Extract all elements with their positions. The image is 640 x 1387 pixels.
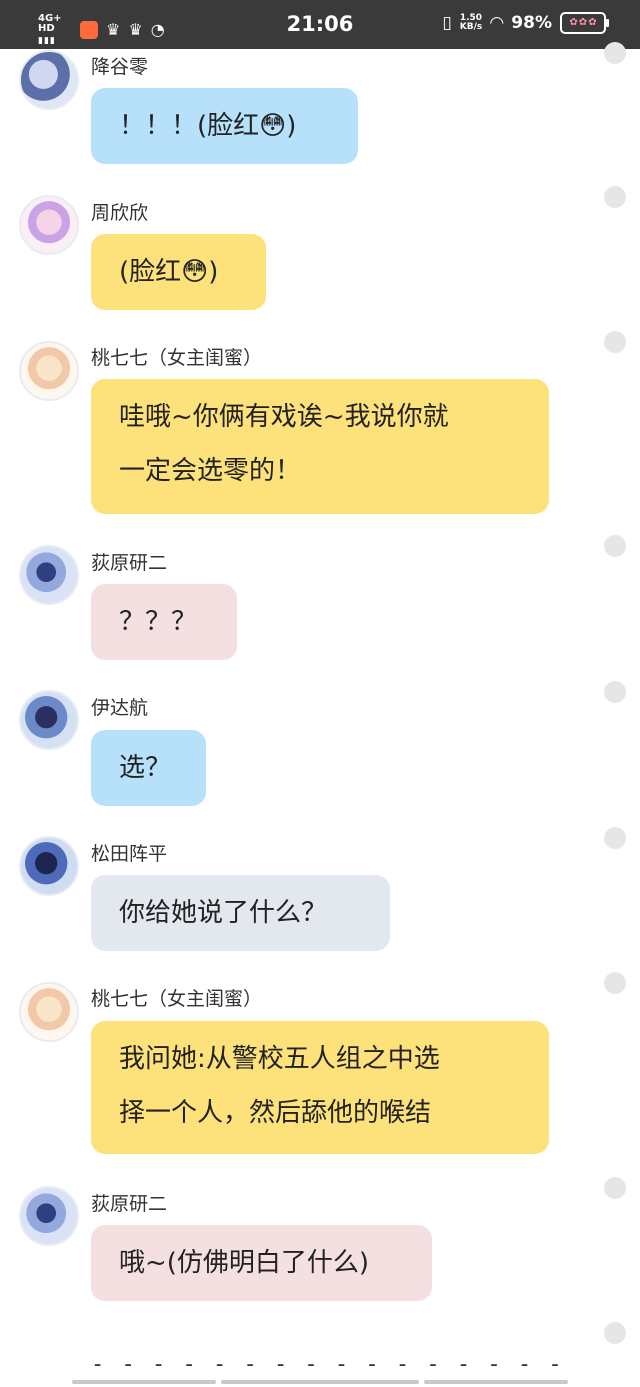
vibrate-icon: ▯ xyxy=(442,13,452,33)
sender-name: 荻原研二 xyxy=(91,1193,168,1215)
select-radio[interactable] xyxy=(604,1177,626,1199)
select-radio[interactable] xyxy=(604,186,626,208)
battery-icon: ✿ ✿ ✿ xyxy=(560,12,609,34)
message-bubble[interactable]: 哇哦~你俩有戏诶~我说你就 一定会选零的！ xyxy=(91,379,549,514)
sender-name: 桃七七（女主闺蜜） xyxy=(91,988,263,1010)
avatar[interactable] xyxy=(19,1186,79,1246)
scroll-indicator xyxy=(72,1380,216,1384)
select-radio[interactable] xyxy=(604,1322,626,1344)
divider-line: - - - - - - - - - - - - - - - - - - - - … xyxy=(91,1352,567,1377)
select-radio[interactable] xyxy=(604,535,626,557)
sender-name: 桃七七（女主闺蜜） xyxy=(91,347,263,369)
sender-name: 松田阵平 xyxy=(91,843,168,865)
avatar[interactable] xyxy=(19,982,79,1042)
message-line: 我问她:从警校五人组之中选 xyxy=(119,1044,440,1074)
avatar[interactable] xyxy=(19,690,79,750)
flower-icon: ✿ xyxy=(569,17,578,28)
select-radio[interactable] xyxy=(604,42,626,64)
net-speed: 1.50 KB/s xyxy=(460,14,482,32)
avatar[interactable] xyxy=(19,50,79,110)
select-radio[interactable] xyxy=(604,827,626,849)
avatar[interactable] xyxy=(19,545,79,605)
signal-icon: ▮▮▮ xyxy=(38,36,56,46)
sender-name: 荻原研二 xyxy=(91,552,168,574)
avatar[interactable] xyxy=(19,341,79,401)
sender-name: 伊达航 xyxy=(91,697,149,719)
net-speed-unit: KB/s xyxy=(459,22,483,32)
message-bubble[interactable]: ！！！(脸红😳) xyxy=(91,88,358,164)
message-bubble[interactable]: 选？ xyxy=(91,730,206,806)
avatar[interactable] xyxy=(19,836,79,896)
avatar[interactable] xyxy=(19,195,79,255)
wifi-icon: ◠ xyxy=(490,13,504,33)
message-bubble[interactable]: 我问她:从警校五人组之中选 择一个人，然后舔他的喉结 xyxy=(91,1021,549,1154)
flower-icon: ✿ xyxy=(578,17,588,28)
message-line: 一定会选零的！ xyxy=(119,456,302,486)
scroll-indicator xyxy=(424,1380,568,1384)
sender-name: 周欣欣 xyxy=(91,202,149,224)
message-bubble[interactable]: ？？？ xyxy=(91,584,237,660)
message-line: 哇哦~你俩有戏诶~我说你就 xyxy=(119,402,449,432)
flower-icon: ✿ xyxy=(588,17,597,28)
message-line: 择一个人，然后舔他的喉结 xyxy=(119,1098,432,1128)
select-radio[interactable] xyxy=(604,972,626,994)
status-right: ▯ 1.50 KB/s ◠ 98% ✿ ✿ ✿ xyxy=(442,12,609,34)
select-radio[interactable] xyxy=(604,331,626,353)
message-bubble[interactable]: 你给她说了什么？ xyxy=(91,875,390,951)
sender-name: 降谷零 xyxy=(91,56,149,78)
message-bubble[interactable]: (脸红😳) xyxy=(91,234,266,310)
scroll-indicator xyxy=(221,1380,419,1384)
message-bubble[interactable]: 哦~(仿佛明白了什么) xyxy=(91,1225,432,1301)
status-bar: 4G+ HD ▮▮▮ ♛ ♛ ◔ 21:06 ▯ 1.50 KB/s ◠ 98%… xyxy=(0,0,640,49)
select-radio[interactable] xyxy=(604,681,626,703)
battery-percent: 98% xyxy=(511,13,552,33)
